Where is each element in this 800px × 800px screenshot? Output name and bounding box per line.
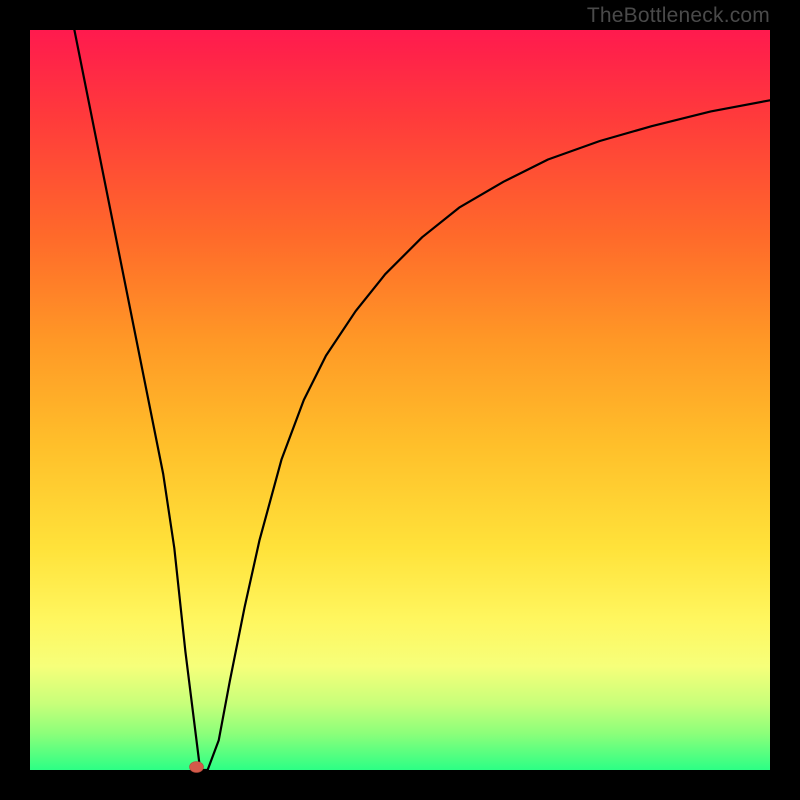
marker-dot [190,762,204,773]
curve-layer [30,30,770,770]
chart-frame: TheBottleneck.com [0,0,800,800]
plot-area [30,30,770,770]
watermark-label: TheBottleneck.com [587,4,770,28]
bottleneck-curve [74,30,770,770]
